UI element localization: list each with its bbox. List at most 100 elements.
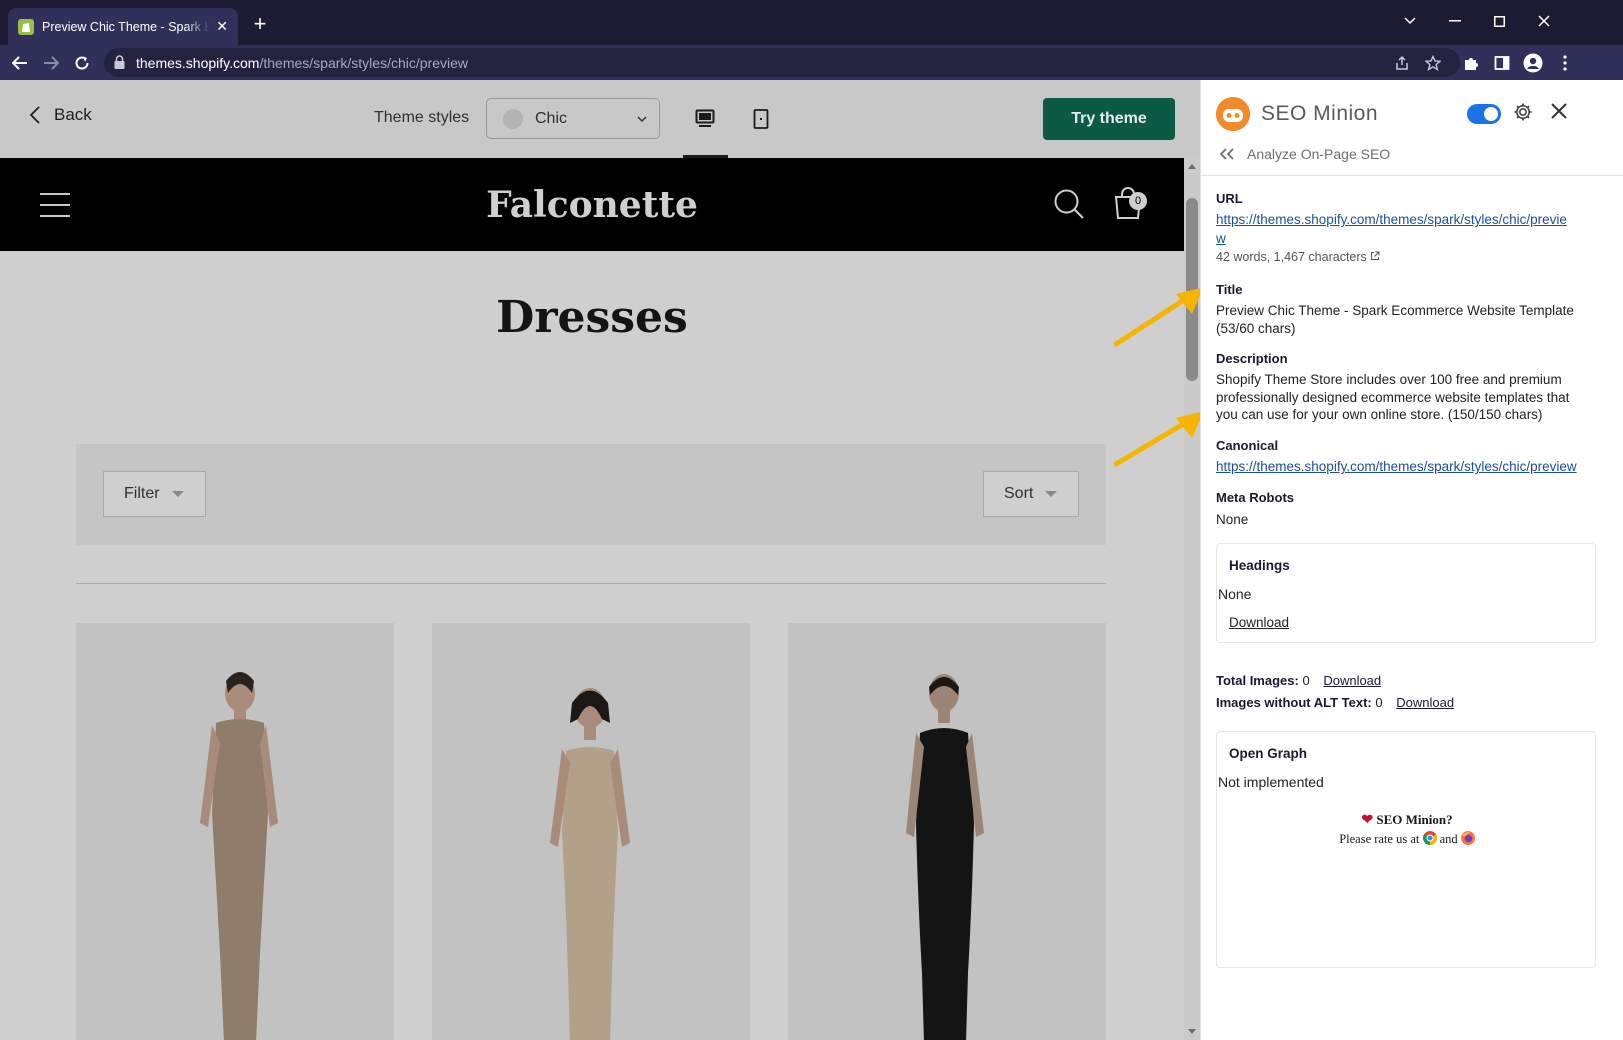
desktop-view-button[interactable] (683, 104, 727, 134)
window-close-icon[interactable] (1532, 10, 1556, 32)
open-graph-card: Open Graph Not implemented ❤ SEO Minion?… (1216, 731, 1596, 968)
search-icon[interactable] (1053, 188, 1085, 220)
url-stats-text: 42 words, 1,467 characters (1216, 250, 1367, 264)
caret-down-icon (171, 491, 184, 497)
divider (1201, 175, 1623, 176)
panel-title: SEO Minion (1261, 102, 1379, 125)
lock-icon[interactable] (114, 55, 125, 74)
share-icon[interactable] (1392, 53, 1412, 73)
analyze-on-page-seo-link[interactable]: Analyze On-Page SEO (1219, 146, 1390, 162)
chevron-down-icon (637, 116, 647, 122)
tab-search-chevron-down-icon[interactable] (1398, 10, 1422, 32)
product-card[interactable] (432, 623, 750, 1040)
headings-download-link[interactable]: Download (1229, 615, 1289, 630)
menu-icon[interactable] (1555, 53, 1575, 73)
store-brand[interactable]: Falconette (0, 184, 1184, 226)
mobile-view-button[interactable] (739, 104, 783, 134)
open-graph-title: Open Graph (1229, 746, 1308, 761)
total-images-download-link[interactable]: Download (1323, 673, 1381, 688)
minimize-icon[interactable] (1443, 10, 1467, 32)
star-icon[interactable] (1423, 53, 1443, 73)
canonical-link[interactable]: https://themes.shopify.com/themes/spark/… (1216, 457, 1623, 476)
collection-title: Dresses (496, 292, 688, 343)
external-link-icon (1371, 251, 1380, 260)
browser-tabstrip: Preview Chic Theme - Spark Ecommerce Web… (0, 0, 1623, 45)
seo-minion-panel: SEO Minion Analyze On-Page SEO URL https… (1200, 80, 1623, 1040)
browser-tab[interactable]: Preview Chic Theme - Spark Ecommerce Web… (8, 8, 238, 45)
subhead-label: Analyze On-Page SEO (1247, 146, 1391, 162)
images-without-alt-row: Images without ALT Text: 0 Download (1216, 695, 1454, 710)
divider (76, 583, 1106, 584)
url-text: themes.shopify.com/themes/spark/styles/c… (136, 55, 468, 71)
total-images-row: Total Images: 0 Download (1216, 673, 1381, 688)
panel-header: SEO Minion (1201, 80, 1623, 140)
desktop-icon (695, 109, 715, 127)
description-label: Description (1216, 351, 1288, 366)
annotation-arrow-icon (1113, 411, 1204, 467)
meta-robots-label: Meta Robots (1216, 490, 1294, 505)
chrome-icon[interactable] (1422, 831, 1437, 845)
title-value: Preview Chic Theme - Spark Ecommerce Web… (1216, 303, 1574, 336)
browser-toolbar: themes.shopify.com/themes/spark/styles/c… (0, 45, 1623, 80)
style-swatch (503, 108, 523, 129)
seo-minion-logo-icon (1216, 97, 1250, 131)
sidepanel-icon[interactable] (1492, 53, 1512, 73)
canonical-label: Canonical (1216, 438, 1279, 453)
title-label: Title (1216, 282, 1243, 297)
annotation-arrow-icon (1113, 287, 1204, 347)
url-host: themes.shopify.com (136, 55, 260, 71)
shopify-favicon-icon (18, 18, 34, 35)
filter-label: Filter (124, 485, 160, 502)
scroll-down-icon[interactable] (1188, 1029, 1196, 1034)
chevron-left-icon (30, 106, 40, 124)
images-without-alt-label: Images without ALT Text: (1216, 695, 1372, 710)
open-graph-value: Not implemented (1218, 774, 1324, 790)
headings-card: Headings None Download (1216, 543, 1596, 643)
tab-close-icon[interactable]: ✕ (216, 18, 228, 35)
rate-line2-and: and (1439, 832, 1458, 846)
heart-icon: ❤ (1361, 813, 1374, 828)
reload-icon[interactable] (71, 52, 93, 74)
profile-icon[interactable] (1523, 53, 1543, 73)
sort-button[interactable]: Sort (983, 471, 1079, 517)
theme-style-value: Chic (535, 109, 568, 127)
gear-icon[interactable] (1513, 102, 1533, 122)
rate-line1: SEO Minion? (1376, 812, 1453, 827)
product-image (550, 688, 630, 1040)
filter-button[interactable]: Filter (103, 471, 206, 517)
description-value: Shopify Theme Store includes over 100 fr… (1216, 372, 1570, 422)
annotation-arrows (1113, 287, 1204, 467)
url-stats[interactable]: 42 words, 1,467 characters (1216, 250, 1380, 264)
extension-toggle[interactable] (1467, 104, 1501, 124)
url-value-link[interactable]: https://themes.shopify.com/themes/spark/… (1216, 210, 1576, 248)
headings-value: None (1218, 586, 1252, 602)
tab-title: Preview Chic Theme - Spark Ecommerce Web… (42, 19, 211, 34)
product-image (906, 674, 984, 1040)
address-bar[interactable]: themes.shopify.com/themes/spark/styles/c… (104, 48, 1460, 77)
product-card[interactable] (76, 623, 394, 1040)
close-icon[interactable] (1550, 102, 1568, 120)
theme-style-select[interactable]: Chic (486, 98, 660, 139)
firefox-icon[interactable] (1460, 831, 1475, 845)
product-card[interactable] (788, 623, 1106, 1040)
try-theme-button[interactable]: Try theme (1043, 98, 1175, 140)
images-without-alt-value: 0 (1375, 695, 1383, 710)
new-tab-plus-icon[interactable]: + (250, 13, 270, 35)
mobile-icon (753, 109, 769, 129)
theme-styles-label: Theme styles (374, 109, 470, 126)
headings-title: Headings (1229, 558, 1290, 573)
images-without-alt-download-link[interactable]: Download (1396, 695, 1454, 710)
url-label: URL (1216, 191, 1243, 206)
forward-arrow-icon[interactable] (40, 52, 62, 74)
back-link[interactable]: Back (30, 105, 92, 125)
total-images-value: 0 (1302, 673, 1310, 688)
maximize-icon[interactable] (1487, 10, 1511, 32)
scroll-up-icon[interactable] (1188, 164, 1196, 169)
cart-count-badge: 0 (1129, 192, 1147, 210)
sort-label: Sort (1004, 485, 1034, 502)
theme-preview-bar: Back Theme styles Chic Try theme (0, 80, 1200, 158)
store-header: Falconette 0 (0, 158, 1184, 251)
back-arrow-icon[interactable] (9, 52, 31, 74)
back-label: Back (54, 105, 92, 124)
puzzle-icon[interactable] (1461, 53, 1481, 73)
